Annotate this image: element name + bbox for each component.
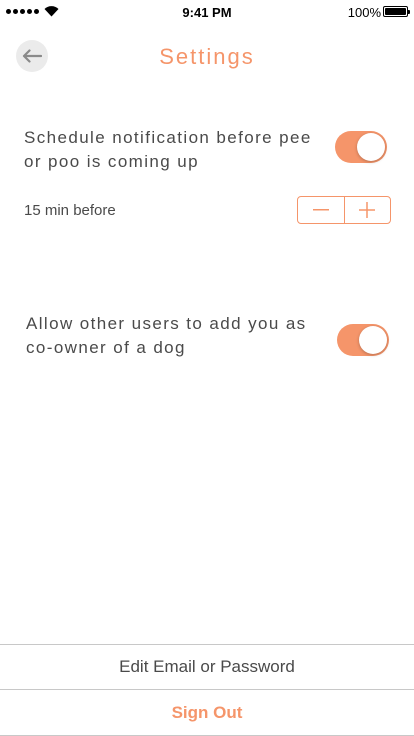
sign-out-button[interactable]: Sign Out [0,690,414,735]
toggle-knob [359,326,387,354]
increment-button[interactable] [345,197,391,223]
plus-icon [359,202,376,218]
minus-icon [312,209,329,211]
co-owner-setting-label: Allow other users to add you as co-owner… [26,314,307,357]
notification-setting-label: Schedule notification before pee or poo … [24,128,312,171]
toggle-knob [357,133,385,161]
page-title: Settings [159,44,255,69]
battery-icon [383,6,410,17]
reminder-stepper [297,196,391,224]
co-owner-toggle[interactable] [337,324,389,356]
reminder-time-value: 15 min before [24,202,116,219]
status-bar: 9:41 PM 100% [0,0,414,24]
notification-toggle[interactable] [335,131,387,163]
edit-email-password-button[interactable]: Edit Email or Password [0,645,414,689]
battery-percentage: 100% [347,5,381,20]
decrement-button[interactable] [298,197,344,223]
